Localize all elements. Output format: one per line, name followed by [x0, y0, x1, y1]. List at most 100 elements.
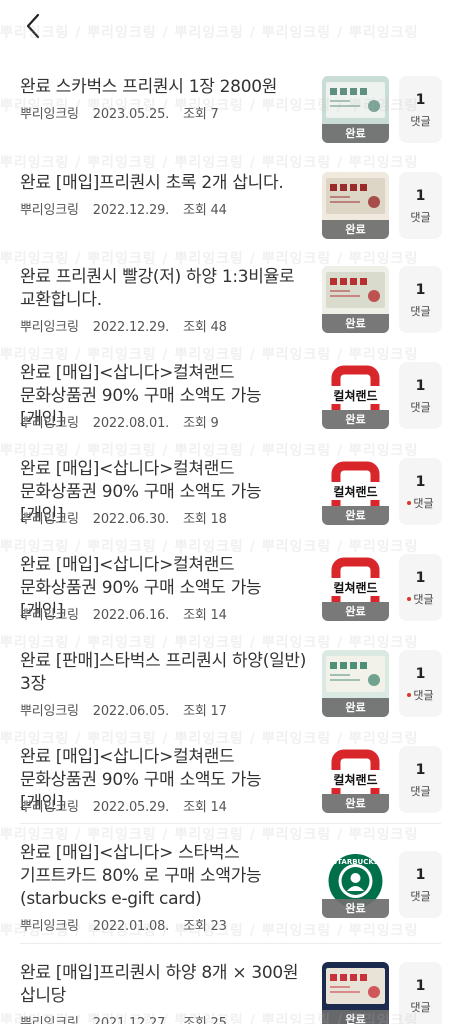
post-author: 뿌리잉크링: [20, 416, 79, 431]
post-list-item[interactable]: 완료 프리퀀시 빨강(저) 하양 1:3비율로 교환합니다. 뿌리잉크링 202…: [0, 248, 461, 344]
post-thumbnail[interactable]: 완료: [322, 650, 389, 717]
post-thumbnail[interactable]: 컬쳐랜드 완료: [322, 746, 389, 813]
post-views: 조회 23: [183, 919, 227, 934]
new-comment-dot-icon: [407, 501, 412, 505]
comment-label: 댓글: [413, 593, 434, 606]
post-views: 조회 14: [183, 800, 227, 815]
post-date: 2022.06.30.: [92, 512, 170, 527]
post-author: 뿌리잉크링: [20, 107, 79, 122]
comment-label-wrap: 댓글: [399, 888, 442, 904]
post-views: 조회 7: [183, 107, 219, 122]
post-thumbnail[interactable]: 컬쳐랜드 완료: [322, 554, 389, 621]
post-thumbnail[interactable]: 완료: [322, 962, 389, 1024]
post-meta: 뿌리잉크링 2022.12.29. 조회 44: [20, 199, 227, 218]
post-meta: 뿌리잉크링 2022.06.30. 조회 18: [20, 508, 227, 527]
post-title[interactable]: 완료 프리퀀시 빨강(저) 하양 1:3비율로 교환합니다.: [20, 266, 308, 312]
comment-count-button[interactable]: 1 댓글: [399, 962, 442, 1024]
comment-count: 1: [415, 867, 426, 883]
comment-count-button[interactable]: 1 댓글: [399, 746, 442, 813]
post-title[interactable]: 완료 [매입]프리퀀시 초록 2개 삽니다.: [20, 172, 308, 195]
completed-badge: 완료: [322, 602, 389, 621]
post-list-item[interactable]: 완료 [매입]프리퀀시 초록 2개 삽니다. 뿌리잉크링 2022.12.29.…: [0, 154, 461, 248]
post-title[interactable]: 완료 스카벅스 프리퀀시 1장 2800원: [20, 76, 308, 99]
completed-badge: 완료: [322, 314, 389, 333]
post-views: 조회 44: [183, 203, 227, 218]
post-list-item[interactable]: 완료 [매입]프리퀀시 하양 8개 × 300원 삽니당 뿌리잉크링 2021.…: [0, 944, 461, 1024]
comment-label: 댓글: [410, 211, 431, 224]
comment-label: 댓글: [410, 1001, 431, 1014]
completed-badge: 완료: [322, 220, 389, 239]
post-date: 2021.12.27.: [92, 1016, 170, 1024]
comment-label-wrap: 댓글: [399, 687, 442, 703]
comment-label: 댓글: [410, 785, 431, 798]
post-list-item[interactable]: 완료 [매입]<삽니다>컬쳐랜드 문화상품권 90% 구매 소액도 가능 [개인…: [0, 344, 461, 440]
post-list: 완료 스카벅스 프리퀀시 1장 2800원 뿌리잉크링 2023.05.25. …: [0, 58, 461, 1024]
comment-label: 댓글: [413, 497, 434, 510]
post-thumbnail[interactable]: STARBUCKS 완료: [322, 851, 389, 918]
cultureland-logo-text: 컬쳐랜드: [333, 388, 377, 403]
post-author: 뿌리잉크링: [20, 512, 79, 527]
post-date: 2022.08.01.: [92, 416, 170, 431]
post-meta: 뿌리잉크링 2022.06.16. 조회 14: [20, 604, 227, 623]
post-views: 조회 17: [183, 704, 227, 719]
post-date: 2022.06.05.: [92, 704, 170, 719]
post-title[interactable]: 완료 [매입]<삽니다> 스타벅스 기프트카드 80% 로 구매 소액가능(st…: [20, 842, 308, 911]
comment-count-button[interactable]: 1 댓글: [399, 362, 442, 429]
comment-count-button[interactable]: 1 댓글: [399, 458, 442, 525]
comment-label-wrap: 댓글: [399, 495, 442, 511]
post-meta: 뿌리잉크링 2022.08.01. 조회 9: [20, 412, 219, 431]
post-list-item[interactable]: 완료 [매입]<삽니다> 스타벅스 기프트카드 80% 로 구매 소액가능(st…: [0, 824, 461, 944]
post-views: 조회 9: [183, 416, 219, 431]
post-list-item[interactable]: 완료 [매입]<삽니다>컬쳐랜드 문화상품권 90% 구매 소액도 가능 [개인…: [0, 440, 461, 536]
comment-label: 댓글: [410, 890, 431, 903]
post-title[interactable]: 완료 [매입]프리퀀시 하양 8개 × 300원 삽니당: [20, 962, 308, 1008]
post-views: 조회 14: [183, 608, 227, 623]
starbucks-logo-text: STARBUCKS: [332, 858, 379, 866]
comment-label: 댓글: [413, 689, 434, 702]
post-thumbnail[interactable]: 완료: [322, 266, 389, 333]
comment-count: 1: [415, 570, 426, 586]
completed-badge: 완료: [322, 410, 389, 429]
post-title[interactable]: 완료 [판매]스타벅스 프리퀀시 하양(일반) 3장: [20, 650, 308, 696]
post-list-item[interactable]: 완료 스카벅스 프리퀀시 1장 2800원 뿌리잉크링 2023.05.25. …: [0, 58, 461, 154]
post-date: 2022.12.29.: [92, 203, 170, 218]
completed-badge: 완료: [322, 698, 389, 717]
new-comment-dot-icon: [407, 693, 412, 697]
post-author: 뿌리잉크링: [20, 203, 79, 218]
post-author: 뿌리잉크링: [20, 608, 79, 623]
post-thumbnail[interactable]: 완료: [322, 172, 389, 239]
comment-label: 댓글: [410, 115, 431, 128]
comment-count-button[interactable]: 1 댓글: [399, 554, 442, 621]
comment-label-wrap: 댓글: [399, 591, 442, 607]
post-views: 조회 25: [183, 1016, 227, 1024]
comment-label-wrap: 댓글: [399, 399, 442, 415]
post-thumbnail[interactable]: 컬쳐랜드 완료: [322, 458, 389, 525]
post-thumbnail[interactable]: 완료: [322, 76, 389, 143]
comment-label: 댓글: [410, 401, 431, 414]
header: [0, 0, 461, 56]
comment-label-wrap: 댓글: [399, 783, 442, 799]
back-arrow-icon[interactable]: [18, 10, 50, 42]
comment-count-button[interactable]: 1 댓글: [399, 851, 442, 918]
post-thumbnail[interactable]: 컬쳐랜드 완료: [322, 362, 389, 429]
comment-count-button[interactable]: 1 댓글: [399, 172, 442, 239]
completed-badge: 완료: [322, 506, 389, 525]
post-author: 뿌리잉크링: [20, 704, 79, 719]
post-date: 2023.05.25.: [92, 107, 170, 122]
post-date: 2022.05.29.: [92, 800, 170, 815]
post-meta: 뿌리잉크링 2021.12.27. 조회 25: [20, 1012, 227, 1024]
post-author: 뿌리잉크링: [20, 919, 79, 934]
comment-count-button[interactable]: 1 댓글: [399, 650, 442, 717]
completed-badge: 완료: [322, 1010, 389, 1024]
comment-label-wrap: 댓글: [399, 303, 442, 319]
post-author: 뿌리잉크링: [20, 320, 79, 335]
post-list-item[interactable]: 완료 [판매]스타벅스 프리퀀시 하양(일반) 3장 뿌리잉크링 2022.06…: [0, 632, 461, 728]
comment-count-button[interactable]: 1 댓글: [399, 266, 442, 333]
comment-count-button[interactable]: 1 댓글: [399, 76, 442, 143]
post-meta: 뿌리잉크링 2022.01.08. 조회 23: [20, 915, 227, 934]
cultureland-logo-text: 컬쳐랜드: [333, 484, 377, 499]
post-list-item[interactable]: 완료 [매입]<삽니다>컬쳐랜드 문화상품권 90% 구매 소액도 가능 [개인…: [0, 728, 461, 824]
post-views: 조회 48: [183, 320, 227, 335]
post-list-item[interactable]: 완료 [매입]<삽니다>컬쳐랜드 문화상품권 90% 구매 소액도 가능 [개인…: [0, 536, 461, 632]
comment-label-wrap: 댓글: [399, 209, 442, 225]
